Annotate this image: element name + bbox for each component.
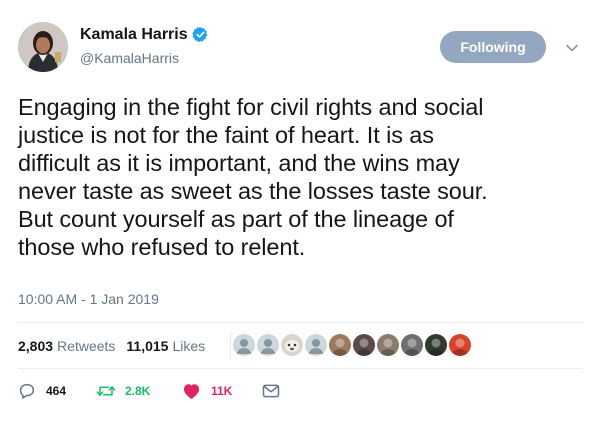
verified-badge-icon	[192, 26, 209, 43]
author-info: Kamala Harris @KamalaHarris	[80, 25, 209, 66]
likes-count: 11,015	[126, 338, 169, 354]
liker-avatars	[230, 331, 471, 359]
tweet-text-line: those who refused to relent.	[18, 234, 306, 260]
like-button[interactable]: 11K	[182, 382, 262, 400]
author-avatar-photo	[18, 22, 68, 72]
tweet-header: Kamala Harris @KamalaHarris Following	[18, 22, 583, 78]
reply-button[interactable]: 464	[18, 382, 96, 400]
tweet-text-line: Engaging in the fight for civil rights a…	[18, 94, 484, 120]
retweet-count: 2.8K	[125, 384, 151, 398]
retweets-stat[interactable]: 2,803 Retweets	[18, 338, 115, 354]
tweet-text: Engaging in the fight for civil rights a…	[18, 93, 583, 261]
photo-avatar-icon[interactable]	[329, 334, 351, 356]
following-button[interactable]: Following	[440, 31, 546, 63]
author-handle[interactable]: @KamalaHarris	[80, 50, 209, 66]
retweet-button[interactable]: 2.8K	[96, 382, 182, 400]
reply-icon	[19, 383, 35, 399]
photo-avatar-icon[interactable]	[377, 334, 399, 356]
tweet-text-line: never taste as sweet as the losses taste…	[18, 178, 488, 204]
photo-avatar-icon[interactable]	[353, 334, 375, 356]
retweets-label: Retweets	[57, 338, 116, 354]
retweets-count: 2,803	[18, 338, 54, 354]
photo-avatar-icon[interactable]	[449, 334, 471, 356]
retweet-icon	[96, 386, 116, 396]
default-avatar-icon[interactable]	[305, 334, 327, 356]
default-avatar-icon[interactable]	[233, 334, 255, 356]
default-avatar-icon[interactable]	[257, 334, 279, 356]
divider	[18, 368, 583, 369]
tweet-stats: 2,803 Retweets 11,015 Likes	[18, 333, 216, 359]
author-avatar[interactable]	[18, 22, 68, 72]
photo-avatar-icon[interactable]	[401, 334, 423, 356]
chevron-down-icon[interactable]	[565, 41, 579, 55]
tweet-timestamp[interactable]: 10:00 AM - 1 Jan 2019	[18, 291, 159, 307]
direct-message-button[interactable]	[262, 383, 280, 399]
tweet-card: Kamala Harris @KamalaHarris Following En…	[0, 0, 593, 432]
divider	[18, 322, 583, 323]
tweet-text-line: justice is not for the faint of heart. I…	[18, 122, 434, 148]
tweet-actions: 464 2.8K 11K	[18, 381, 280, 401]
heart-icon	[183, 384, 200, 399]
photo-avatar-icon[interactable]	[425, 334, 447, 356]
likes-stat[interactable]: 11,015 Likes	[126, 338, 205, 354]
animal-avatar-icon[interactable]	[281, 334, 303, 356]
like-count: 11K	[211, 384, 233, 398]
envelope-icon	[262, 384, 280, 398]
reply-count: 464	[46, 384, 67, 398]
tweet-text-line: difficult as it is important, and the wi…	[18, 150, 460, 176]
author-display-name[interactable]: Kamala Harris	[80, 25, 188, 44]
tweet-text-line: But count yourself as part of the lineag…	[18, 206, 454, 232]
likes-label: Likes	[172, 338, 206, 354]
